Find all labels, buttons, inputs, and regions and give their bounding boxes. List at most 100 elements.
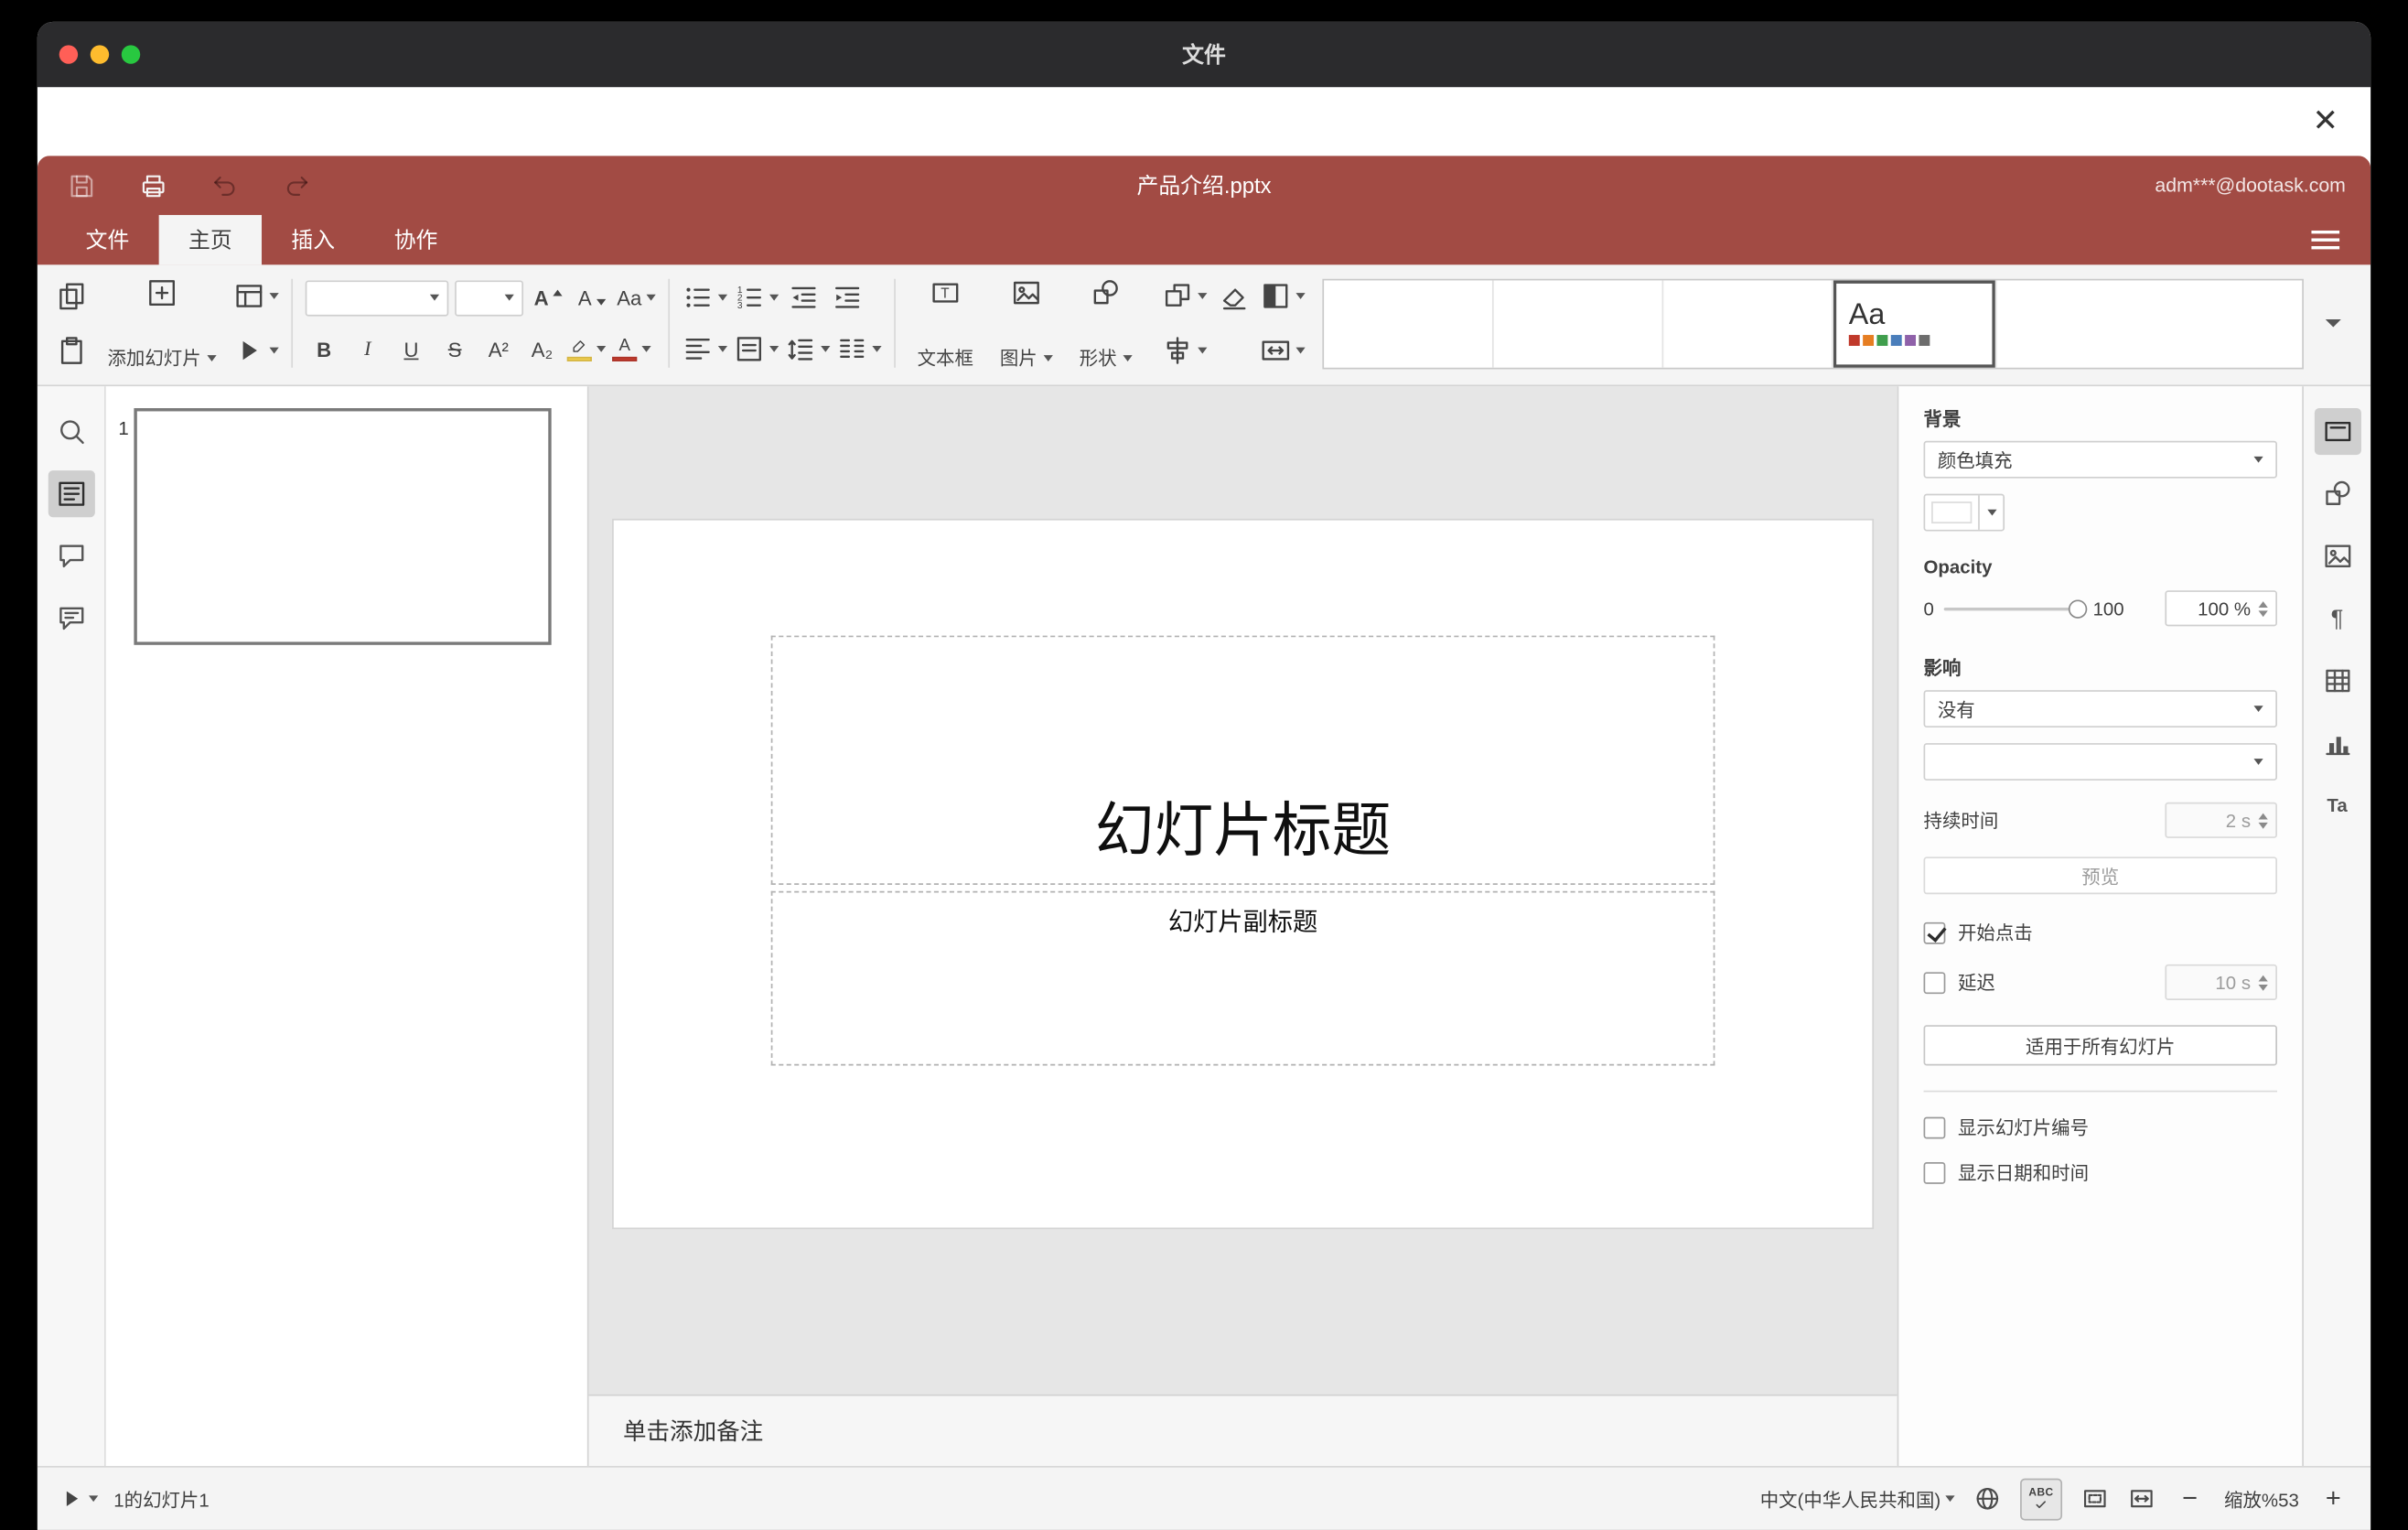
add-slide-button[interactable]: 添加幻灯片 bbox=[98, 271, 226, 375]
bold-button[interactable]: B bbox=[306, 328, 343, 372]
slide-viewport[interactable]: 幻灯片标题 幻灯片副标题 bbox=[588, 386, 1897, 1395]
delay-checkbox[interactable] bbox=[1923, 971, 1946, 994]
theme-item[interactable] bbox=[1663, 279, 1833, 367]
font-size-select[interactable] bbox=[455, 279, 524, 316]
close-traffic-button[interactable] bbox=[59, 45, 79, 64]
delay-spinner[interactable]: 10 s bbox=[2165, 964, 2277, 1000]
shape-settings-icon[interactable] bbox=[2314, 470, 2360, 517]
spinner-arrows-icon[interactable] bbox=[2258, 974, 2268, 990]
fill-color-picker[interactable] bbox=[1923, 493, 2005, 532]
minimize-traffic-button[interactable] bbox=[90, 45, 110, 64]
arrange-shapes-button[interactable] bbox=[1162, 275, 1208, 318]
preview-button[interactable]: 预览 bbox=[1923, 857, 2277, 895]
divider bbox=[894, 278, 896, 368]
undo-icon[interactable] bbox=[206, 167, 243, 204]
highlight-color-button[interactable] bbox=[566, 328, 607, 372]
fill-type-select[interactable]: 颜色填充 bbox=[1923, 440, 2277, 479]
table-settings-icon[interactable] bbox=[2314, 657, 2360, 704]
line-spacing-button[interactable] bbox=[785, 328, 831, 372]
hamburger-menu-icon[interactable] bbox=[2311, 230, 2340, 250]
theme-item[interactable] bbox=[1494, 279, 1664, 367]
italic-button[interactable]: I bbox=[349, 328, 386, 372]
show-date-time-checkbox[interactable] bbox=[1923, 1161, 1946, 1184]
chart-settings-icon[interactable] bbox=[2314, 720, 2360, 767]
opacity-slider[interactable] bbox=[1943, 598, 2087, 620]
theme-gallery-more-button[interactable] bbox=[2311, 278, 2355, 369]
spinner-arrows-icon[interactable] bbox=[2258, 812, 2268, 828]
title-placeholder[interactable]: 幻灯片标题 bbox=[770, 635, 1715, 885]
chat-icon[interactable] bbox=[48, 595, 94, 641]
show-slide-number-checkbox[interactable] bbox=[1923, 1115, 1946, 1138]
apply-to-all-button[interactable]: 适用于所有幻灯片 bbox=[1923, 1025, 2277, 1066]
duration-spinner[interactable]: 2 s bbox=[2165, 802, 2277, 838]
zoom-in-button[interactable]: + bbox=[2317, 1483, 2349, 1514]
layout-icon bbox=[236, 285, 263, 307]
fit-width-icon[interactable] bbox=[2128, 1479, 2156, 1519]
align-shapes-button[interactable] bbox=[1162, 329, 1208, 372]
tab-home[interactable]: 主页 bbox=[158, 214, 263, 265]
superscript-button[interactable]: A² bbox=[479, 328, 517, 372]
effect-select[interactable]: 没有 bbox=[1923, 690, 2277, 728]
shape-icon bbox=[1093, 280, 1118, 305]
start-slideshow-status-button[interactable] bbox=[59, 1479, 99, 1519]
font-color-button[interactable]: A bbox=[612, 328, 651, 372]
subtitle-placeholder[interactable]: 幻灯片副标题 bbox=[770, 890, 1715, 1066]
theme-item[interactable] bbox=[1324, 279, 1494, 367]
start-slideshow-button[interactable] bbox=[233, 329, 279, 372]
image-settings-icon[interactable] bbox=[2314, 533, 2360, 579]
paragraph-settings-icon[interactable]: ¶ bbox=[2314, 595, 2360, 641]
fit-slide-icon[interactable] bbox=[2080, 1479, 2109, 1519]
copy-icon[interactable] bbox=[53, 275, 91, 318]
chevron-down-icon bbox=[1986, 509, 1996, 516]
increase-font-button[interactable]: A bbox=[530, 275, 567, 319]
effect-type-select[interactable] bbox=[1923, 743, 2277, 781]
underline-button[interactable]: U bbox=[392, 328, 430, 372]
subscript-button[interactable]: A₂ bbox=[523, 328, 561, 372]
spellcheck-icon[interactable]: ABC bbox=[2020, 1477, 2063, 1520]
language-select[interactable]: 中文(中华人民共和国) bbox=[1760, 1479, 1955, 1519]
change-case-button[interactable]: Aa bbox=[617, 275, 656, 319]
notes-area[interactable]: 单击添加备注 bbox=[588, 1394, 1897, 1467]
insert-textbox-button[interactable]: T 文本框 bbox=[908, 271, 983, 375]
textart-settings-icon[interactable]: Ta bbox=[2314, 782, 2360, 829]
redo-icon[interactable] bbox=[277, 167, 315, 204]
close-icon[interactable]: ✕ bbox=[2306, 100, 2346, 140]
columns-button[interactable] bbox=[836, 328, 882, 372]
slider-knob[interactable] bbox=[2068, 598, 2087, 619]
horizontal-align-button[interactable] bbox=[683, 328, 727, 372]
increase-indent-button[interactable] bbox=[829, 275, 866, 319]
start-on-click-checkbox[interactable] bbox=[1923, 921, 1946, 943]
slide-canvas[interactable]: 幻灯片标题 幻灯片副标题 bbox=[613, 520, 1873, 1228]
color-scheme-button[interactable] bbox=[1260, 275, 1306, 318]
document-language-icon[interactable] bbox=[1973, 1479, 2002, 1519]
opacity-spinner[interactable]: 100 % bbox=[2165, 590, 2277, 627]
zoom-out-button[interactable]: − bbox=[2175, 1483, 2206, 1514]
tab-collaboration[interactable]: 协作 bbox=[364, 215, 467, 264]
paste-icon[interactable] bbox=[53, 329, 91, 372]
decrease-indent-button[interactable] bbox=[785, 275, 822, 319]
slides-panel-icon[interactable] bbox=[47, 470, 94, 518]
tab-insert[interactable]: 插入 bbox=[262, 215, 364, 264]
insert-image-button[interactable]: 图片 bbox=[991, 271, 1062, 375]
slide-size-button[interactable] bbox=[1260, 329, 1306, 372]
decrease-font-button[interactable]: A bbox=[574, 275, 611, 319]
font-name-select[interactable] bbox=[305, 279, 449, 316]
tab-file[interactable]: 文件 bbox=[56, 215, 158, 264]
slide-thumbnail[interactable] bbox=[134, 408, 552, 645]
clear-style-button[interactable] bbox=[1215, 275, 1252, 318]
zoom-traffic-button[interactable] bbox=[121, 45, 141, 64]
change-layout-button[interactable] bbox=[233, 275, 279, 318]
vertical-align-button[interactable] bbox=[734, 328, 779, 372]
slide-settings-icon[interactable] bbox=[2314, 408, 2361, 456]
numbering-button[interactable]: 123 bbox=[734, 275, 779, 319]
save-icon[interactable] bbox=[62, 167, 100, 204]
strikethrough-button[interactable]: S bbox=[436, 328, 474, 372]
svg-text:T: T bbox=[941, 286, 949, 302]
theme-item-selected[interactable]: Aa bbox=[1833, 279, 1997, 367]
print-icon[interactable] bbox=[134, 167, 171, 204]
insert-shape-button[interactable]: 形状 bbox=[1070, 271, 1142, 375]
search-icon[interactable] bbox=[48, 408, 94, 455]
bullets-button[interactable] bbox=[683, 275, 727, 319]
comments-icon[interactable] bbox=[48, 533, 94, 579]
spinner-arrows-icon[interactable] bbox=[2258, 600, 2268, 617]
